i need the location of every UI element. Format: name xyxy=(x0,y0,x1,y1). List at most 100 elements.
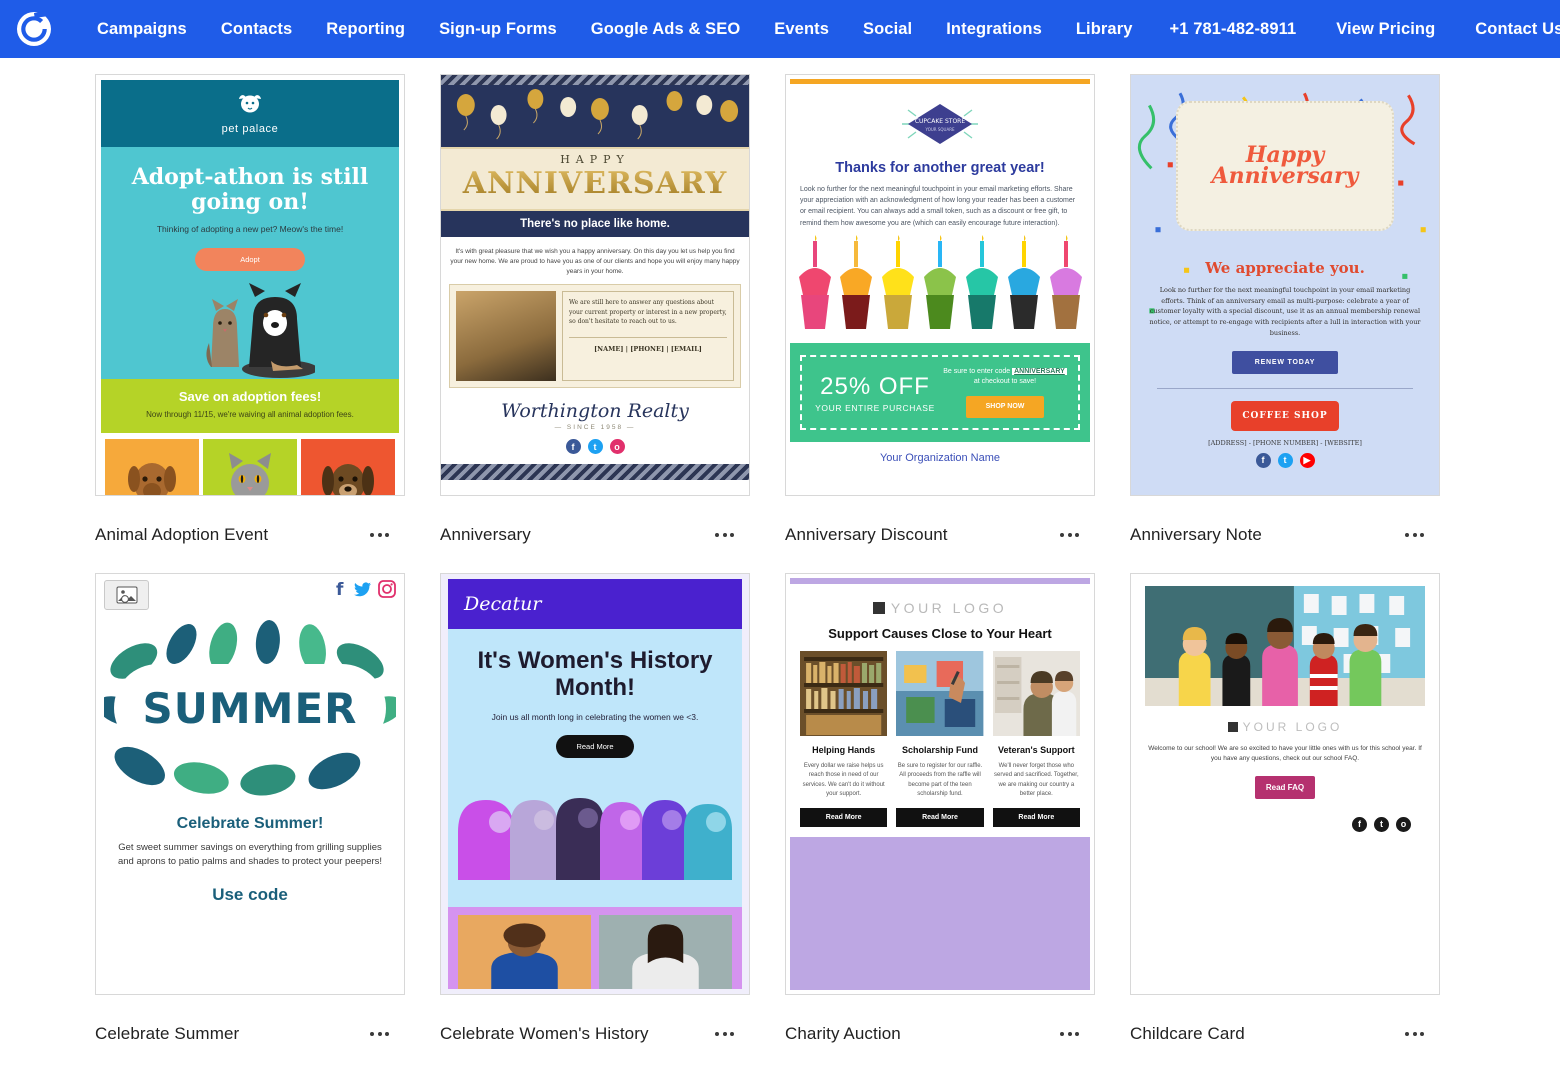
classroom-children-photo xyxy=(1145,586,1425,706)
twitter-icon[interactable] xyxy=(354,580,372,598)
constant-contact-logo-icon[interactable] xyxy=(14,9,54,49)
summer-use-code: Use code xyxy=(104,885,396,905)
nav-item-social[interactable]: Social xyxy=(846,0,929,58)
template-options-menu-button[interactable] xyxy=(709,1024,740,1044)
badge-text: COFFEE SHOP xyxy=(1242,411,1327,421)
nav-item-signup-forms[interactable]: Sign-up Forms xyxy=(422,0,574,58)
card-caption: Anniversary Discount xyxy=(785,496,1095,573)
instagram-icon[interactable] xyxy=(378,580,396,598)
facebook-icon[interactable]: f xyxy=(333,580,348,598)
balloon-pattern-banner xyxy=(441,85,749,147)
template-options-menu-button[interactable] xyxy=(364,1024,395,1044)
promo-code-block: Be sure to enter code ANNIVERSARY at che… xyxy=(940,367,1070,419)
cause-columns: Helping Hands Every dollar we raise help… xyxy=(790,641,1090,827)
template-title: Anniversary xyxy=(440,525,531,545)
summer-body: Get sweet summer savings on everything f… xyxy=(104,841,396,869)
template-thumbnail[interactable]: Happy Anniversary We appreciate you. Loo… xyxy=(1130,74,1440,496)
nav-item-events[interactable]: Events xyxy=(757,0,846,58)
agent-contact-line: [NAME] | [PHONE] | [EMAIL] xyxy=(569,337,727,354)
template-thumbnail[interactable]: Decatur It's Women's History Month! Join… xyxy=(440,573,750,995)
hero-headline: Adopt-athon is still going on! xyxy=(111,165,389,214)
cause-photo-bookshelf xyxy=(800,651,887,736)
twitter-icon[interactable]: t xyxy=(588,439,603,454)
cupcakes-photo xyxy=(790,233,1090,343)
nav-item-contact-us[interactable]: Contact Us xyxy=(1455,0,1560,58)
facebook-icon[interactable]: f xyxy=(566,439,581,454)
social-links: f t o xyxy=(1145,817,1425,832)
template-title: Celebrate Summer xyxy=(95,1024,239,1044)
facebook-icon[interactable]: f xyxy=(1256,453,1271,468)
card-caption: Anniversary Note xyxy=(1130,496,1440,573)
template-title: Anniversary Note xyxy=(1130,525,1262,545)
summer-wordmark-pill: SUMMER xyxy=(114,664,386,752)
offer-body: Now through 11/15, we're waiving all ani… xyxy=(113,410,387,421)
read-more-button[interactable]: Read More xyxy=(800,808,887,827)
anniversary-body-copy: It's with great pleasure that we wish yo… xyxy=(441,237,749,284)
card-caption: Celebrate Summer xyxy=(95,995,405,1072)
social-links: f xyxy=(333,580,396,598)
nav-item-integrations[interactable]: Integrations xyxy=(929,0,1059,58)
template-card-animal-adoption-event: pet palace Adopt-athon is still going on… xyxy=(95,74,440,573)
pet-tile-cat-green xyxy=(203,439,297,496)
template-options-menu-button[interactable] xyxy=(1054,525,1085,545)
adopt-cta-button[interactable]: Adopt xyxy=(195,248,305,271)
cause-body: Every dollar we raise helps us reach tho… xyxy=(800,762,887,799)
pet-tile-dog-orange xyxy=(105,439,199,496)
nav-item-view-pricing[interactable]: View Pricing xyxy=(1316,0,1455,58)
nav-item-contacts[interactable]: Contacts xyxy=(204,0,309,58)
read-more-button[interactable]: Read More xyxy=(896,808,983,827)
twitter-icon[interactable]: t xyxy=(1278,453,1293,468)
template-title: Charity Auction xyxy=(785,1024,901,1044)
welcome-body: Welcome to our school! We are so excited… xyxy=(1145,744,1425,764)
plaque-text: Happy Anniversary xyxy=(1178,145,1392,187)
nav-item-campaigns[interactable]: Campaigns xyxy=(80,0,204,58)
template-thumbnail[interactable]: pet palace Adopt-athon is still going on… xyxy=(95,74,405,496)
cause-photo-veteran xyxy=(993,651,1080,736)
brand-name: Decatur xyxy=(464,593,541,615)
nav-item-google-ads-seo[interactable]: Google Ads & SEO xyxy=(574,0,758,58)
nav-item-phone-number[interactable]: +1 781-482-8911 xyxy=(1150,0,1317,58)
image-placeholder-icon[interactable] xyxy=(104,580,149,610)
template-options-menu-button[interactable] xyxy=(1399,1024,1430,1044)
renew-today-button[interactable]: RENEW TODAY xyxy=(1232,351,1338,374)
shop-now-button[interactable]: SHOP NOW xyxy=(966,396,1044,419)
organization-name-footer: Your Organization Name xyxy=(790,442,1090,472)
template-thumbnail[interactable]: f xyxy=(95,573,405,995)
promo-code-outro: at checkout to save! xyxy=(974,378,1036,385)
discount-amount-block: 25% OFF YOUR ENTIRE PURCHASE xyxy=(810,373,940,413)
happy-anniversary-plaque: Happy Anniversary xyxy=(1176,101,1394,231)
twitter-icon[interactable]: t xyxy=(1374,817,1389,832)
card-caption: Anniversary xyxy=(440,496,750,573)
photo-woman-orange-bg xyxy=(458,915,591,989)
company-since: — SINCE 1958 — xyxy=(441,424,749,431)
nav-item-library[interactable]: Library xyxy=(1059,0,1150,58)
nav-item-reporting[interactable]: Reporting xyxy=(309,0,422,58)
template-options-menu-button[interactable] xyxy=(1054,1024,1085,1044)
social-links: f t ▶ xyxy=(1135,453,1435,468)
template-thumbnail[interactable]: CUPCAKE STORE YOUR SQUARE Thanks for ano… xyxy=(785,74,1095,496)
read-more-button[interactable]: Read More xyxy=(556,735,633,758)
svg-text:CUPCAKE STORE: CUPCAKE STORE xyxy=(915,118,965,125)
facebook-icon[interactable]: f xyxy=(1352,817,1367,832)
cause-column: Veteran's Support We'll never forget tho… xyxy=(993,651,1080,827)
template-options-menu-button[interactable] xyxy=(709,525,740,545)
divider xyxy=(1157,388,1413,389)
agent-card-text: We are still here to answer any question… xyxy=(562,291,734,381)
template-thumbnail[interactable]: HAPPY ANNIVERSARY There's no place like … xyxy=(440,74,750,496)
instagram-icon[interactable]: o xyxy=(610,439,625,454)
secondary-nav-links: +1 781-482-8911 View Pricing Contact Us xyxy=(1150,0,1560,58)
template-thumbnail[interactable]: YOUR LOGO Welcome to our school! We are … xyxy=(1130,573,1440,995)
instagram-icon[interactable]: o xyxy=(1396,817,1411,832)
read-faq-button[interactable]: Read FAQ xyxy=(1255,776,1315,799)
photo-row xyxy=(448,907,742,989)
read-more-button[interactable]: Read More xyxy=(993,808,1080,827)
coffee-shop-badge: COFFEE SHOP xyxy=(1231,401,1339,431)
cupcake-store-logo: CUPCAKE STORE YOUR SQUARE xyxy=(894,98,986,150)
womens-history-hero: It's Women's History Month! Join us all … xyxy=(448,629,742,907)
template-options-menu-button[interactable] xyxy=(1399,525,1430,545)
template-card-anniversary-discount: CUPCAKE STORE YOUR SQUARE Thanks for ano… xyxy=(785,74,1130,573)
card-caption: Childcare Card xyxy=(1130,995,1440,1072)
template-thumbnail[interactable]: YOUR LOGO Support Causes Close to Your H… xyxy=(785,573,1095,995)
youtube-icon[interactable]: ▶ xyxy=(1300,453,1315,468)
template-options-menu-button[interactable] xyxy=(364,525,395,545)
